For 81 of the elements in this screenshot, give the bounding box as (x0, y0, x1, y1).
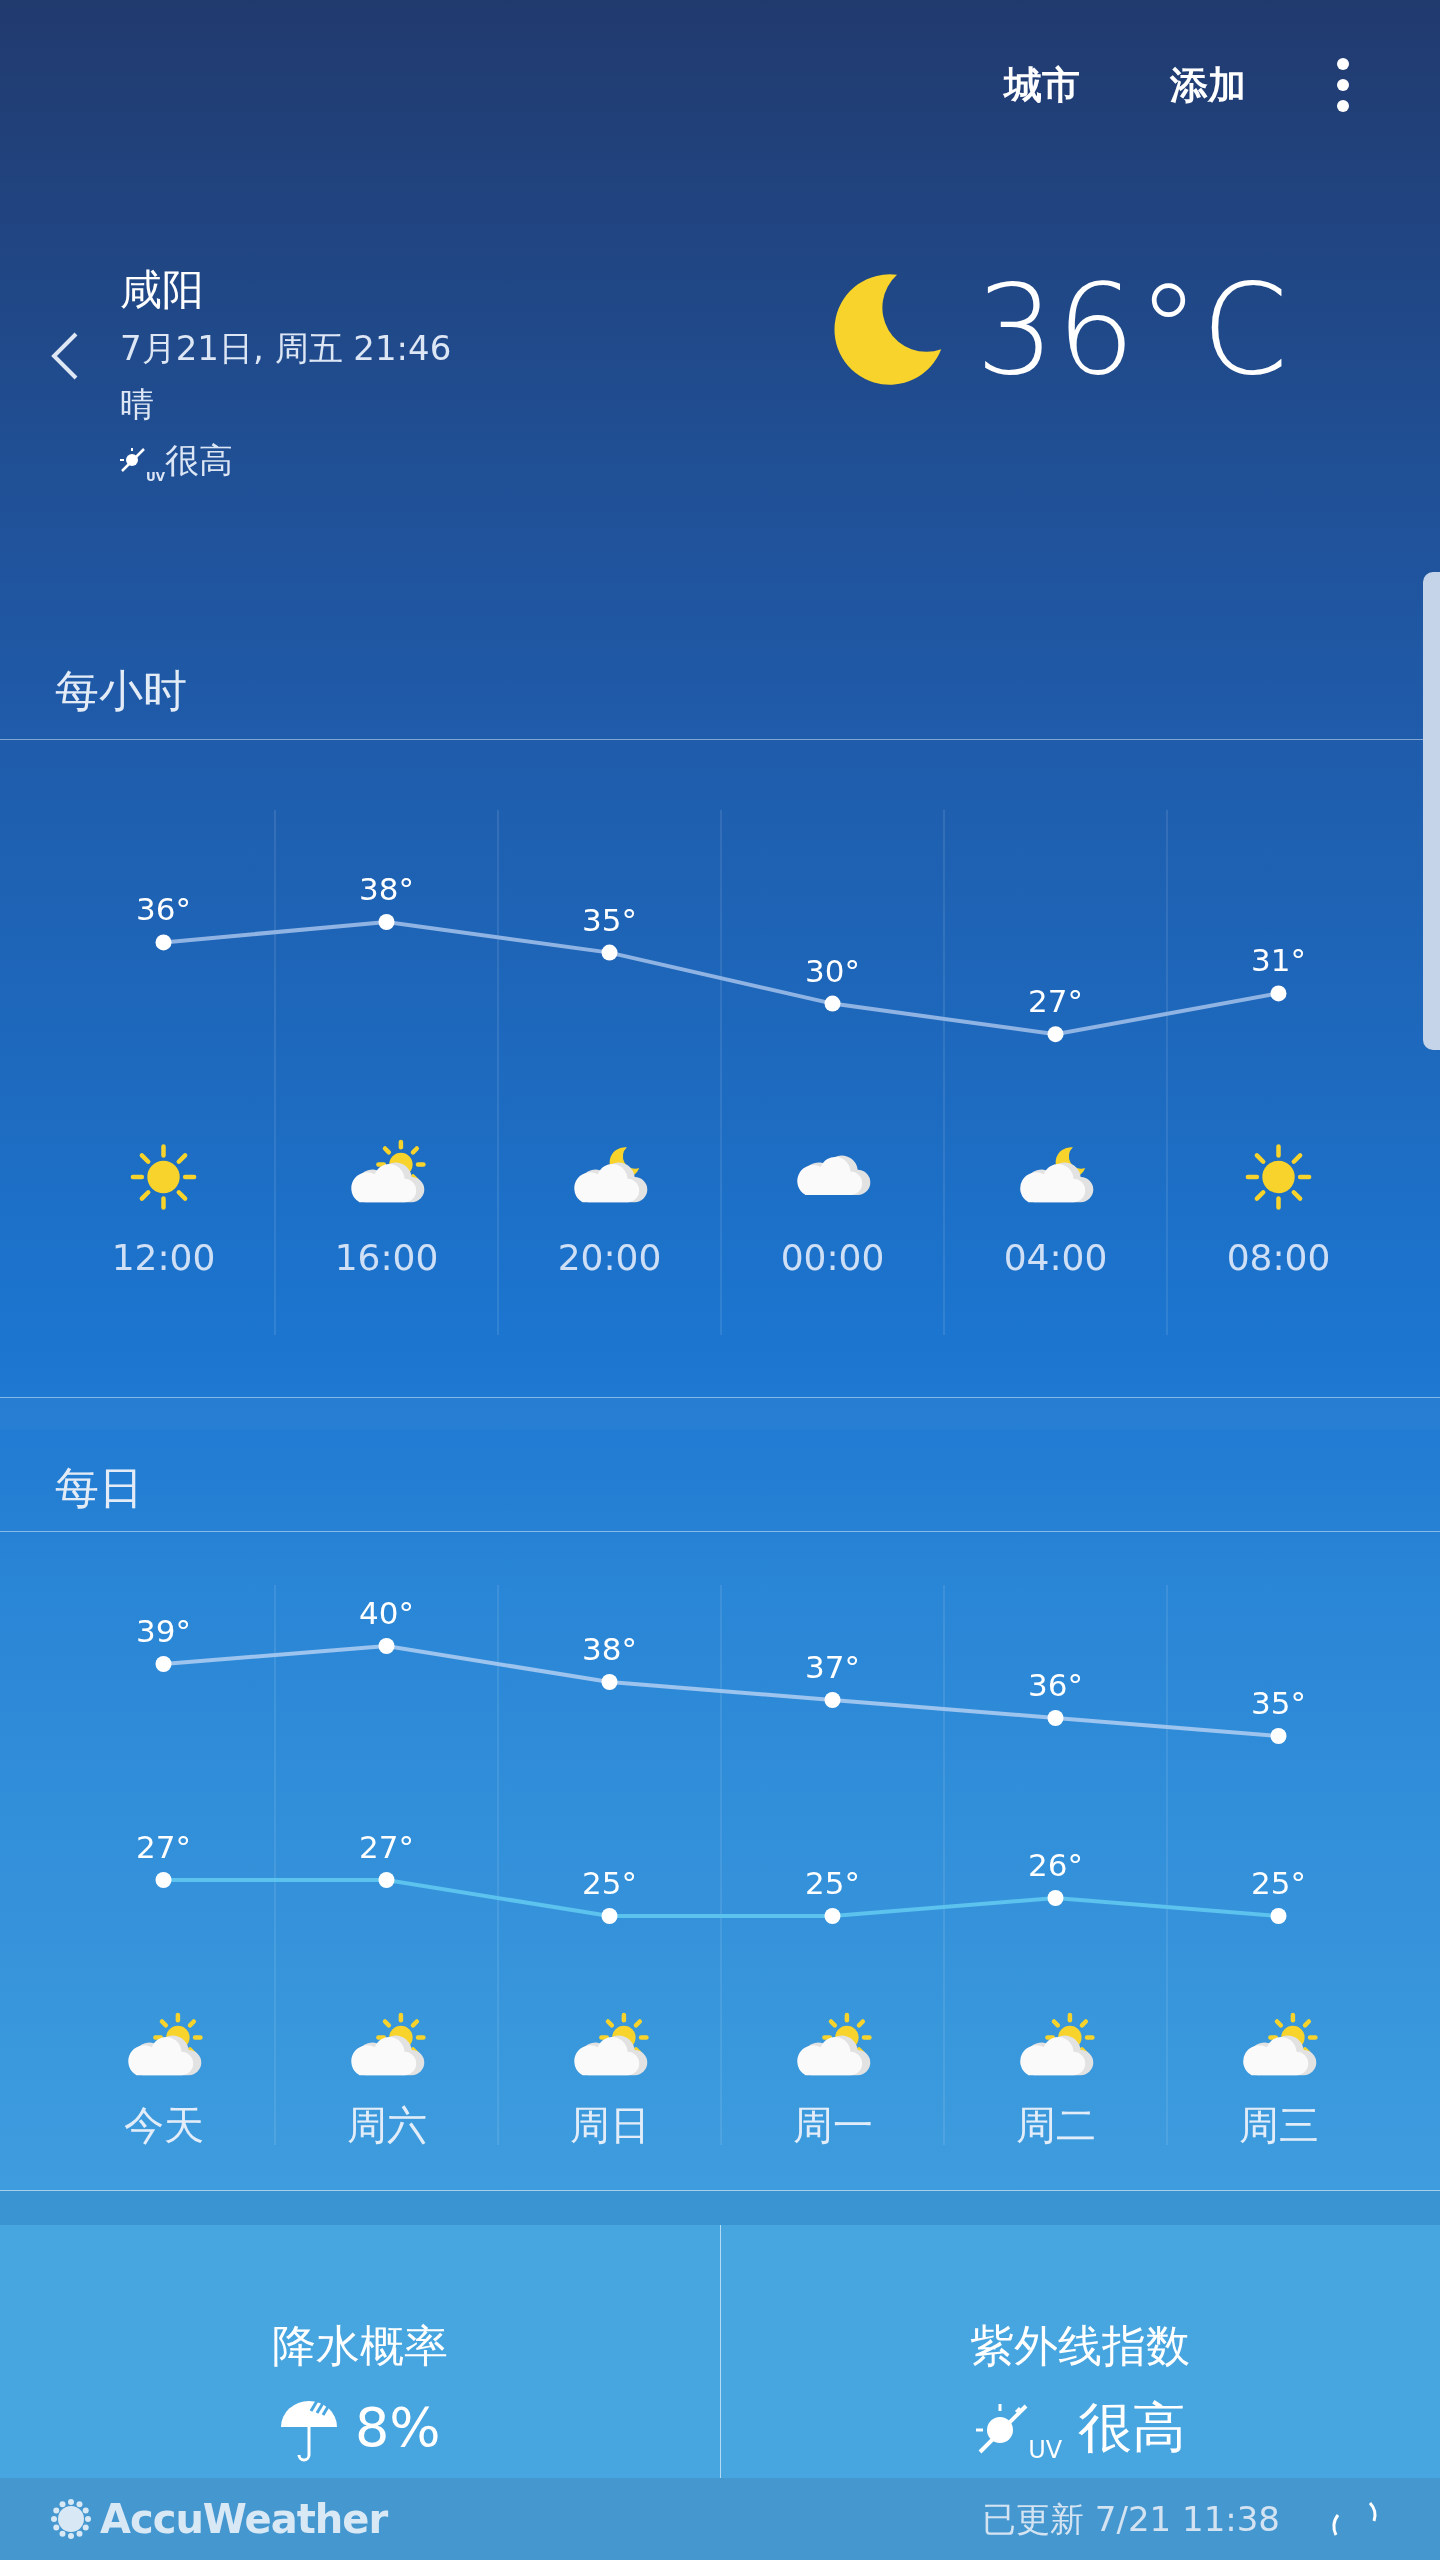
data-point (1270, 1908, 1287, 1924)
sun-logo-icon (50, 2498, 92, 2540)
moon-cloud-icon (1020, 1147, 1094, 1203)
temperature-label: 38° (359, 871, 414, 907)
uv-label: UV (1028, 2435, 1063, 2466)
sun-cloud-icon (351, 2012, 426, 2076)
uv-level: 很高 (165, 439, 234, 480)
temperature-label: 31° (1251, 942, 1306, 979)
temperature-label: 39° (136, 1613, 191, 1649)
city-name: 咸阳 (120, 264, 205, 316)
data-point (378, 914, 395, 930)
sun-cloud-icon (128, 2012, 203, 2076)
temperature-label: 25° (582, 1865, 637, 1901)
time-label: 12:00 (111, 1237, 216, 1278)
temperature-label: 25° (805, 1865, 860, 1901)
data-point (155, 1872, 172, 1888)
uv-index-value: 很高 (1078, 2395, 1187, 2461)
time-label: 08:00 (1226, 1237, 1331, 1278)
edge-handle[interactable] (1423, 572, 1440, 1050)
temperature-label: 27° (136, 1829, 191, 1865)
data-point (378, 1872, 395, 1888)
data-point (824, 1692, 841, 1708)
section-title: 每日 (0, 1430, 1440, 1532)
data-point (1047, 1890, 1064, 1906)
day-label: 周六 (346, 2102, 427, 2148)
data-point (824, 1908, 841, 1924)
data-point (155, 1656, 172, 1672)
cloud-icon (797, 1155, 871, 1195)
sun-cloud-icon (351, 1139, 426, 1203)
sun-icon (1245, 1144, 1312, 1210)
temperature-label: 30° (805, 952, 860, 989)
data-point (1270, 985, 1287, 1002)
temperature-label: 27° (1028, 983, 1083, 1020)
temperature-label: 26° (1028, 1847, 1083, 1883)
time-label: 16:00 (334, 1237, 439, 1278)
temperature-label: 36° (1028, 1667, 1083, 1703)
detail-title: 紫外线指数 (970, 2319, 1191, 2373)
data-point (1047, 1710, 1064, 1726)
data-point (601, 1674, 618, 1690)
temperature-label: 40° (359, 1595, 414, 1631)
data-point (601, 1908, 618, 1924)
data-point (1270, 1728, 1287, 1744)
moon-cloud-icon (574, 1147, 648, 1203)
temperature-label: 35° (582, 901, 637, 938)
day-label: 今天 (123, 2102, 204, 2148)
sun-icon (130, 1144, 197, 1210)
day-label: 周二 (1015, 2102, 1096, 2148)
top-bar-action[interactable]: 添加 (1170, 56, 1246, 114)
sun-cloud-icon (1020, 2012, 1095, 2076)
more-menu-icon[interactable] (1336, 57, 1350, 113)
temperature-label: 35° (1251, 1685, 1306, 1721)
data-point (824, 995, 841, 1012)
day-label: 周日 (569, 2102, 650, 2148)
temperature-label: 38° (582, 1631, 637, 1667)
detail-title: 降水概率 (271, 2319, 448, 2373)
temperature-label: 36° (136, 891, 191, 928)
data-point (378, 1638, 395, 1654)
brand-name: AccuWeather (100, 2495, 388, 2544)
day-label: 周一 (792, 2102, 873, 2148)
temperature-label: 27° (359, 1829, 414, 1865)
sun-cloud-icon (797, 2012, 872, 2076)
current-temperature: 36°C (975, 268, 1290, 392)
precipitation-value: 8% (354, 2395, 441, 2461)
day-label: 周三 (1238, 2102, 1319, 2148)
top-bar-action[interactable]: 城市 (1004, 56, 1080, 114)
time-label: 20:00 (557, 1237, 662, 1278)
back-icon[interactable] (50, 330, 80, 382)
weather-condition: 晴 (120, 383, 155, 426)
temperature-label: 37° (805, 1649, 860, 1685)
data-point (601, 944, 618, 961)
data-point (1047, 1026, 1064, 1043)
sun-cloud-icon (574, 2012, 649, 2076)
date-time: 7月21日, 周五 21:46 (120, 327, 452, 370)
data-point (155, 934, 172, 951)
uv-sun-icon (120, 447, 146, 473)
time-label: 00:00 (780, 1237, 885, 1278)
updated-time: 已更新 7/21 11:38 (982, 2497, 1280, 2541)
time-label: 04:00 (1003, 1237, 1108, 1278)
temperature-label: 25° (1251, 1865, 1306, 1901)
sun-cloud-icon (1243, 2012, 1318, 2076)
uv-label: UV (146, 470, 166, 486)
